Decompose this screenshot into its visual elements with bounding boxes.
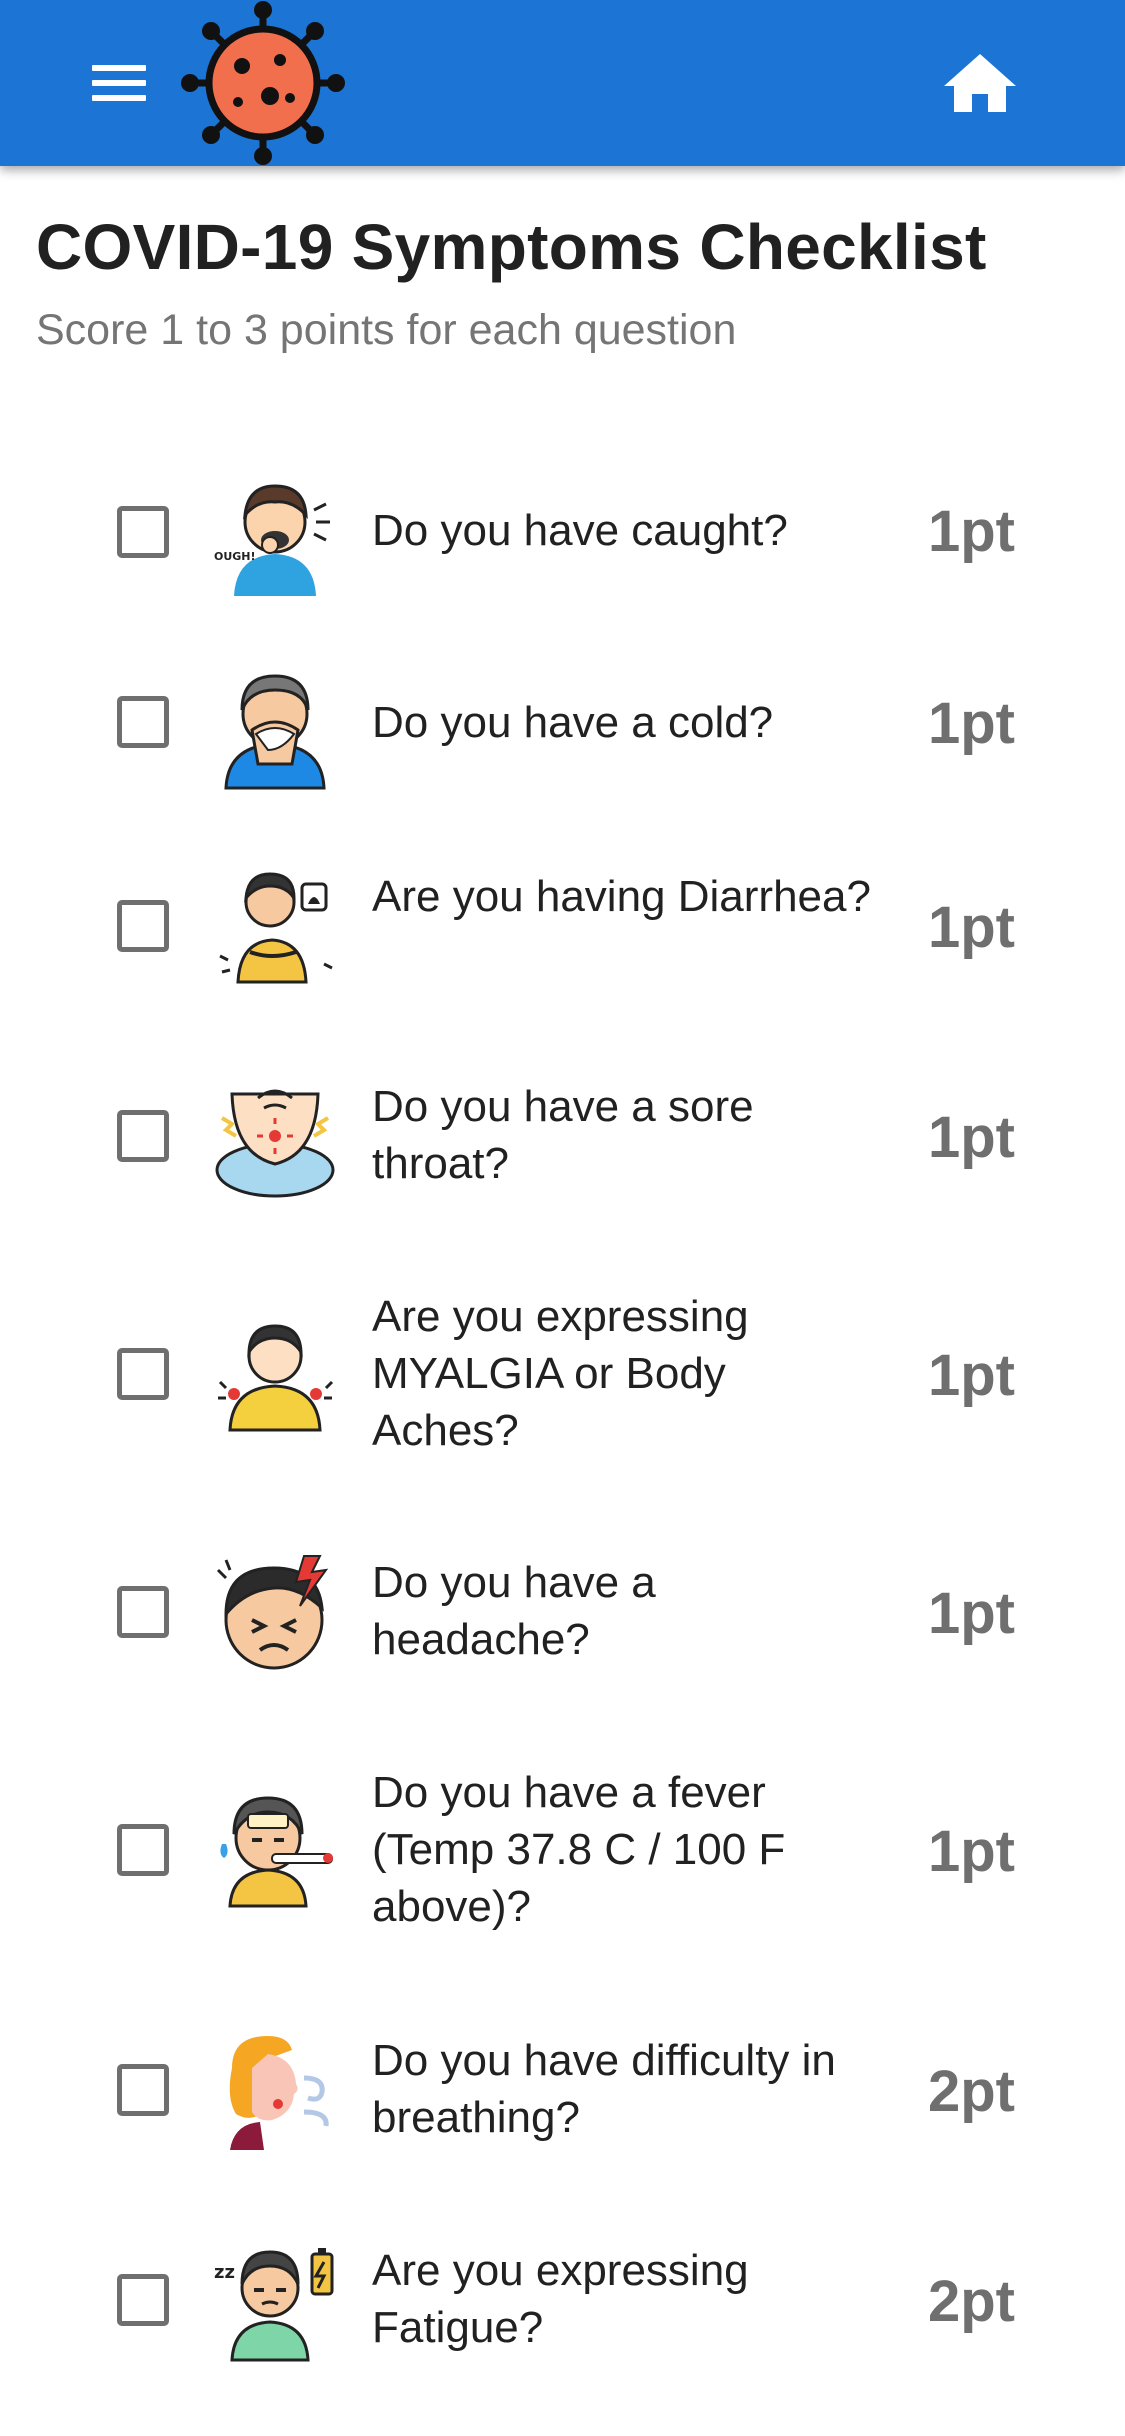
symptom-question: Do you have a fever (Temp 37.8 C / 100 F… [372,1768,786,1931]
symptom-row-cold[interactable]: Do you have a cold? 1pt [0,662,1125,790]
symptom-checkbox[interactable] [117,2274,169,2326]
symptom-points: 1pt [928,1343,1015,1408]
symptom-checkbox[interactable] [117,1110,169,1162]
symptom-row-breathing[interactable]: Do you have difficulty in breathing? 2pt [0,2026,1125,2156]
symptom-points: 2pt [928,2269,1015,2334]
symptom-row-fever[interactable]: Do you have a fever (Temp 37.8 C / 100 F… [0,1758,1125,1931]
symptom-row-sore-throat[interactable]: Do you have a sore throat? 1pt [0,1072,1125,1202]
svg-text:OUGH!: OUGH! [214,550,256,563]
symptom-row-headache[interactable]: Do you have a headache? 1pt [0,1548,1125,1678]
body-aches-icon [212,1312,338,1438]
symptom-question: Do you have a headache? [372,1558,656,1664]
title-block: COVID-19 Symptoms Checklist Score 1 to 3… [36,210,987,355]
fever-thermometer-icon [212,1788,338,1914]
app-bar [0,0,1125,166]
symptom-question: Are you expressing MYALGIA or Body Aches… [372,1292,749,1455]
fatigue-icon: zz [212,2238,338,2364]
symptom-checkbox[interactable] [117,696,169,748]
symptom-checkbox[interactable] [117,1348,169,1400]
page-title: COVID-19 Symptoms Checklist [36,211,987,283]
symptom-checkbox[interactable] [117,900,169,952]
symptom-checkbox[interactable] [117,1586,169,1638]
symptom-points: 1pt [928,1105,1015,1170]
symptom-row-body-aches[interactable]: Are you expressing MYALGIA or Body Aches… [0,1282,1125,1455]
symptom-row-cough[interactable]: OUGH! Do you have caught? 1pt [0,470,1125,596]
sneezing-person-icon [212,664,338,790]
symptom-row-fatigue[interactable]: zz Are you expressing Fatigue? 2pt [0,2236,1125,2366]
symptom-points: 2pt [928,2059,1015,2124]
coronavirus-logo-icon [178,0,348,166]
symptom-checkbox[interactable] [117,1824,169,1876]
symptom-question: Are you having Diarrhea? [372,872,871,921]
menu-button[interactable] [80,50,160,116]
headache-icon [212,1550,338,1676]
symptom-question: Are you expressing Fatigue? [372,2246,749,2352]
symptom-question: Do you have caught? [372,506,788,555]
symptom-question: Do you have a sore throat? [372,1082,754,1188]
symptom-question: Do you have difficulty in breathing? [372,2036,836,2142]
symptom-points: 1pt [928,895,1015,960]
page-subtitle: Score 1 to 3 points for each question [36,306,737,354]
symptom-points: 1pt [928,691,1015,756]
breathing-difficulty-icon [212,2028,338,2154]
coughing-person-icon: OUGH! [212,470,338,596]
symptom-row-diarrhea[interactable]: Are you having Diarrhea? 1pt [0,862,1125,992]
symptom-points: 1pt [928,1819,1015,1884]
svg-text:zz: zz [214,2262,235,2283]
home-button[interactable] [940,48,1020,118]
symptom-points: 1pt [928,499,1015,564]
diarrhea-person-icon [212,864,338,990]
home-icon [944,54,1016,112]
symptom-points: 1pt [928,1581,1015,1646]
symptom-checkbox[interactable] [117,2064,169,2116]
symptom-checkbox[interactable] [117,506,169,558]
symptom-question: Do you have a cold? [372,698,774,747]
sore-throat-icon [212,1074,338,1200]
